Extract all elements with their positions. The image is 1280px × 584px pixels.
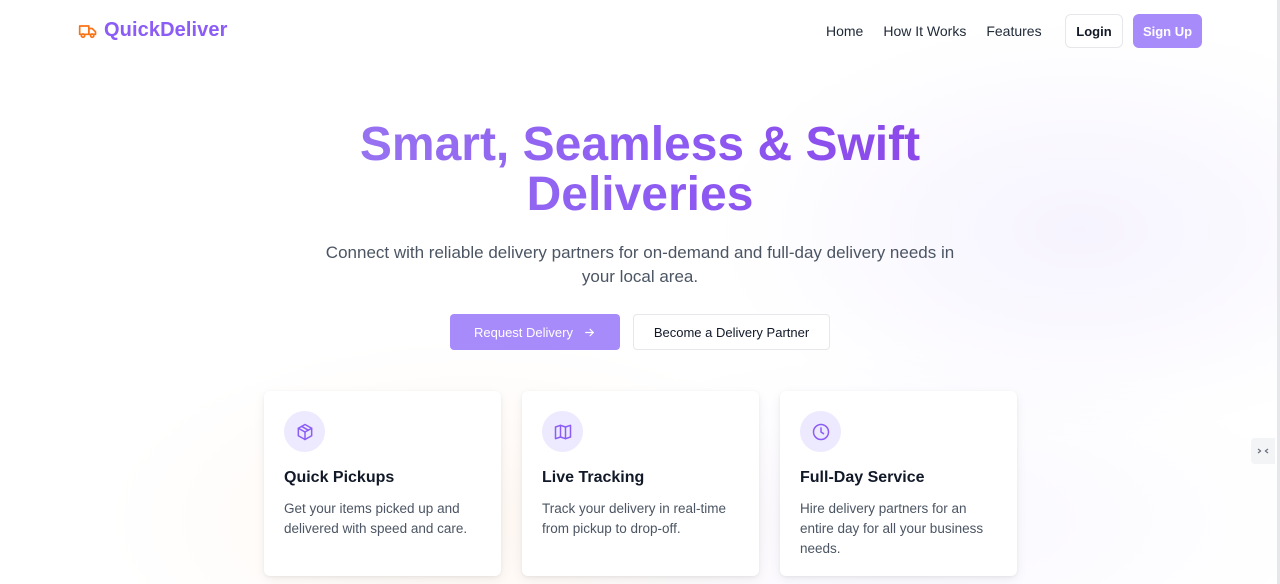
collapse-icon bbox=[1257, 448, 1269, 454]
clock-icon bbox=[812, 423, 829, 440]
top-navigation: QuickDeliver Home How It Works Features … bbox=[0, 0, 1280, 64]
nav-links: Home How It Works Features bbox=[826, 23, 1042, 39]
truck-icon bbox=[78, 24, 97, 38]
login-button[interactable]: Login bbox=[1065, 14, 1123, 48]
hero-title-line-1: Smart, Seamless & Swift bbox=[359, 118, 921, 171]
feature-icon-wrap bbox=[284, 411, 325, 452]
feature-text: Get your items picked up and delivered w… bbox=[284, 501, 468, 536]
hero-title: Smart, Seamless & Swift Deliveries bbox=[240, 120, 1040, 220]
side-widget-button[interactable] bbox=[1251, 438, 1275, 464]
feature-icon-wrap bbox=[542, 411, 583, 452]
request-delivery-button[interactable]: Request Delivery bbox=[450, 314, 620, 350]
package-icon bbox=[297, 423, 312, 440]
hero-subtitle: Connect with reliable delivery partners … bbox=[320, 241, 960, 289]
nav-link-home[interactable]: Home bbox=[826, 23, 863, 39]
nav-link-features[interactable]: Features bbox=[986, 23, 1041, 39]
signup-button[interactable]: Sign Up bbox=[1133, 14, 1202, 48]
nav-link-how-it-works[interactable]: How It Works bbox=[883, 23, 966, 39]
brand-logo[interactable]: QuickDeliver bbox=[78, 19, 228, 42]
arrow-right-icon bbox=[585, 328, 594, 336]
become-partner-button[interactable]: Become a Delivery Partner bbox=[633, 314, 830, 350]
feature-title: Quick Pickups bbox=[284, 469, 395, 486]
feature-text: Hire delivery partners for an entire day… bbox=[800, 501, 984, 556]
hero-title-line-2: Deliveries bbox=[526, 168, 754, 221]
feature-title: Live Tracking bbox=[542, 469, 645, 486]
request-delivery-label: Request Delivery bbox=[474, 324, 573, 340]
hero-subtitle-line-2: your local area. bbox=[581, 267, 699, 286]
hero-subtitle-line-1: Connect with reliable delivery partners … bbox=[325, 243, 955, 262]
feature-card-full-day-service: Full-Day Service Hire delivery partners … bbox=[780, 391, 1017, 576]
map-icon bbox=[554, 424, 571, 439]
brand-name: QuickDeliver bbox=[104, 19, 228, 41]
feature-card-quick-pickups: Quick Pickups Get your items picked up a… bbox=[264, 391, 501, 576]
feature-text: Track your delivery in real-time from pi… bbox=[542, 501, 727, 536]
feature-title: Full-Day Service bbox=[800, 469, 925, 486]
feature-card-live-tracking: Live Tracking Track your delivery in rea… bbox=[522, 391, 759, 576]
feature-icon-wrap bbox=[800, 411, 841, 452]
